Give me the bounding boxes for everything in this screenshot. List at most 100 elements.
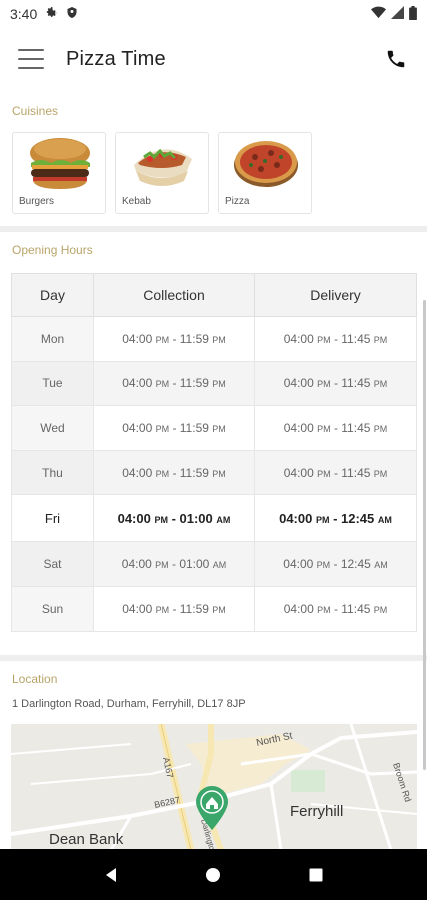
status-bar: 3:40: [0, 0, 427, 28]
recents-square-icon: [309, 868, 323, 881]
time-meridiem: PM: [373, 423, 388, 434]
time-meridiem: PM: [317, 379, 331, 390]
wifi-icon: [371, 6, 386, 22]
pizza-image: [234, 141, 298, 187]
hours-collection-cell: 04:00 PM - 11:59 PM: [93, 405, 255, 451]
signal-icon: [391, 6, 404, 22]
hours-header-row: Day Collection Delivery: [11, 273, 417, 317]
time-meridiem: PM: [212, 334, 226, 345]
time-value: - 12:45: [330, 557, 371, 572]
time-value: - 11:45: [330, 420, 371, 435]
cuisine-card-pizza[interactable]: Pizza: [218, 132, 312, 214]
time-meridiem: PM: [212, 379, 226, 390]
time-meridiem: PM: [154, 514, 168, 525]
system-nav-bar: [0, 849, 427, 900]
time-meridiem: AM: [377, 514, 392, 525]
time-meridiem: PM: [373, 379, 388, 390]
hours-collection-cell: 04:00 PM - 01:00 AM: [93, 541, 255, 587]
back-triangle-icon: [106, 867, 117, 882]
scrollbar[interactable]: [423, 300, 426, 770]
cuisines-section-label: Cuisines: [12, 104, 59, 118]
time-value: 04:00: [283, 601, 314, 616]
time-value: 04:00: [283, 465, 314, 480]
cuisine-card-burgers[interactable]: Burgers: [12, 132, 106, 214]
page-title: Pizza Time: [66, 47, 166, 70]
burger-image: [30, 138, 90, 189]
hours-collection-cell: 04:00 PM - 11:59 PM: [93, 316, 255, 362]
hours-day-cell: Sat: [11, 541, 94, 587]
time-meridiem: PM: [373, 604, 388, 615]
hours-row: Sun 04:00 PM - 11:59 PM 04:00 PM - 11:45 P…: [11, 585, 417, 632]
cuisine-list: Burgers Kebab Pizza: [12, 132, 312, 214]
time-value: 04:00: [122, 420, 153, 435]
time-meridiem: PM: [317, 423, 331, 434]
time-meridiem: PM: [155, 468, 170, 479]
time-meridiem: PM: [212, 423, 226, 434]
hours-delivery-cell: 04:00 PM - 12:45 AM: [254, 541, 417, 587]
time-meridiem: PM: [317, 604, 331, 615]
time-meridiem: AM: [216, 514, 231, 525]
time-value: 04:00: [122, 331, 153, 346]
hours-row: Thu 04:00 PM - 11:59 PM 04:00 PM - 11:45 P…: [11, 449, 417, 496]
phone-icon: [387, 50, 405, 68]
section-divider: [0, 655, 427, 661]
time-meridiem: PM: [373, 468, 388, 479]
hours-delivery-cell: 04:00 PM - 11:45 PM: [254, 449, 417, 496]
opening-hours-section-label: Opening Hours: [12, 243, 93, 257]
hours-delivery-cell: 04:00 PM - 11:45 PM: [254, 316, 417, 362]
hours-delivery-cell: 04:00 PM - 11:45 PM: [254, 360, 417, 407]
cuisine-name: Burgers: [19, 196, 55, 207]
time-value: - 11:59: [169, 331, 209, 346]
time-value: - 11:45: [330, 376, 371, 391]
hours-collection-cell: 04:00 PM - 11:59 PM: [93, 360, 255, 407]
hours-day-cell: Mon: [11, 316, 94, 362]
time-meridiem: PM: [155, 560, 169, 571]
time-meridiem: PM: [212, 604, 226, 615]
home-button[interactable]: [193, 855, 233, 895]
cuisine-card-kebab[interactable]: Kebab: [115, 132, 209, 214]
kebab-image: [134, 148, 192, 186]
hours-delivery-cell: 04:00 PM - 11:45 PM: [254, 405, 417, 451]
settings-gear-icon: [45, 6, 58, 22]
time-value: - 12:45: [329, 510, 375, 526]
opening-hours-table: Day Collection Delivery Mon 04:00 PM - 11…: [11, 273, 417, 632]
cuisine-name: Kebab: [122, 196, 151, 207]
time-meridiem: AM: [374, 560, 388, 571]
status-time: 3:40: [10, 6, 38, 22]
time-meridiem: PM: [317, 468, 331, 479]
hours-row: Wed 04:00 PM - 11:59 PM 04:00 PM - 11:45 P…: [11, 405, 417, 451]
location-section-label: Location: [12, 672, 58, 686]
day-column-header: Day: [11, 273, 94, 317]
time-meridiem: PM: [155, 379, 170, 390]
hours-day-cell: Sun: [11, 585, 94, 632]
phone-call-button[interactable]: [383, 46, 409, 72]
time-value: - 11:59: [169, 376, 209, 391]
time-value: - 11:45: [330, 465, 371, 480]
time-meridiem: PM: [317, 334, 331, 345]
time-value: - 11:59: [169, 601, 209, 616]
time-value: 04:00: [279, 510, 313, 526]
hours-row: Mon 04:00 PM - 11:59 PM 04:00 PM - 11:45 P…: [11, 316, 417, 362]
back-button[interactable]: [91, 855, 131, 895]
time-value: 04:00: [122, 601, 153, 616]
time-value: - 01:00: [167, 510, 213, 526]
hours-day-cell: Wed: [11, 405, 94, 451]
time-value: - 11:45: [330, 601, 371, 616]
cuisine-name: Pizza: [225, 196, 250, 207]
hamburger-menu-icon[interactable]: [18, 49, 44, 69]
time-meridiem: AM: [212, 560, 227, 571]
time-value: 04:00: [283, 376, 314, 391]
delivery-column-header: Delivery: [254, 273, 417, 317]
restaurant-address: 1 Darlington Road, Durham, Ferryhill, DL…: [12, 698, 246, 710]
hours-day-cell: Thu: [11, 449, 94, 496]
hours-collection-cell: 04:00 PM - 11:59 PM: [93, 449, 255, 496]
hours-row: Fri 04:00 PM - 01:00 AM 04:00 PM - 12:45 A…: [11, 494, 417, 543]
hours-row: Tue 04:00 PM - 11:59 PM 04:00 PM - 11:45 P…: [11, 360, 417, 407]
hours-delivery-cell: 04:00 PM - 11:45 PM: [254, 585, 417, 632]
recents-button[interactable]: [296, 855, 336, 895]
map-label-dean-bank: Dean Bank: [49, 831, 124, 848]
hours-row: Sat 04:00 PM - 01:00 AM 04:00 PM - 12:45 A…: [11, 541, 417, 587]
location-map[interactable]: North St A167 B6287 Broom Rd Darlington …: [11, 724, 417, 850]
time-meridiem: PM: [316, 560, 331, 571]
map-label-ferryhill: Ferryhill: [290, 803, 343, 820]
